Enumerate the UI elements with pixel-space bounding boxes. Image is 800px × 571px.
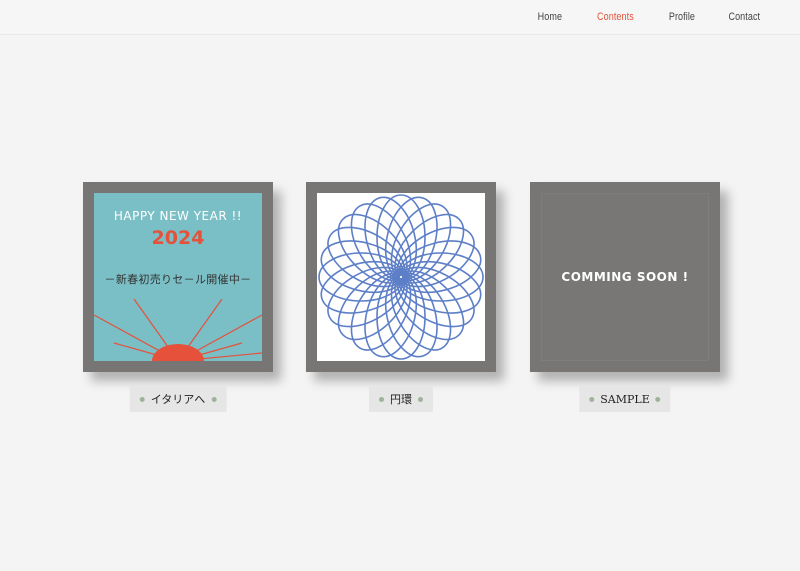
poster-sale-text: －新春初売りセ－ル開催中－ xyxy=(104,273,252,286)
spirograph-image[interactable] xyxy=(317,193,485,361)
new-year-poster[interactable]: HAPPY NEW YEAR !! 2024 －新春初売りセ－ル開催中－ xyxy=(94,193,262,361)
card-frame[interactable]: COMMING SOON ! xyxy=(530,182,720,372)
card-frame[interactable]: HAPPY NEW YEAR !! 2024 －新春初売りセ－ル開催中－ xyxy=(83,182,273,372)
card-label-text: SAMPLE xyxy=(600,392,650,406)
card-label-text: イタリアへ xyxy=(150,393,206,406)
card-label-text: 円環 xyxy=(390,393,412,406)
card-label[interactable]: SAMPLE xyxy=(579,386,671,412)
spirograph-graphic xyxy=(318,194,484,360)
nav-home[interactable]: Home xyxy=(538,11,562,23)
bullet-icon xyxy=(589,396,595,402)
content-card-sample[interactable]: COMMING SOON ! SAMPLE xyxy=(530,182,720,412)
coming-soon-text: COMMING SOON ! xyxy=(561,270,689,284)
content-card-enkan[interactable]: 円環 xyxy=(306,182,496,412)
card-label[interactable]: 円環 xyxy=(369,386,433,412)
bullet-icon xyxy=(211,396,217,402)
bullet-icon xyxy=(655,396,661,402)
bullet-icon xyxy=(139,396,145,402)
bullet-icon xyxy=(379,396,384,402)
nav-contact[interactable]: Contact xyxy=(729,11,761,23)
poster-headline: HAPPY NEW YEAR !! xyxy=(113,209,243,223)
header-bar: Home Contents Profile Contact xyxy=(0,0,800,35)
nav-contents[interactable]: Contents xyxy=(597,11,634,23)
bullet-icon xyxy=(418,396,423,402)
content-card-italy[interactable]: HAPPY NEW YEAR !! 2024 －新春初売りセ－ル開催中－ イタリ… xyxy=(83,182,273,412)
coming-soon-panel[interactable]: COMMING SOON ! xyxy=(541,193,709,361)
card-label[interactable]: イタリアへ xyxy=(129,386,227,412)
poster-year: 2024 xyxy=(151,227,205,249)
main-nav: Home Contents Profile Contact xyxy=(535,11,764,23)
card-frame[interactable] xyxy=(306,182,496,372)
nav-profile[interactable]: Profile xyxy=(668,11,694,23)
